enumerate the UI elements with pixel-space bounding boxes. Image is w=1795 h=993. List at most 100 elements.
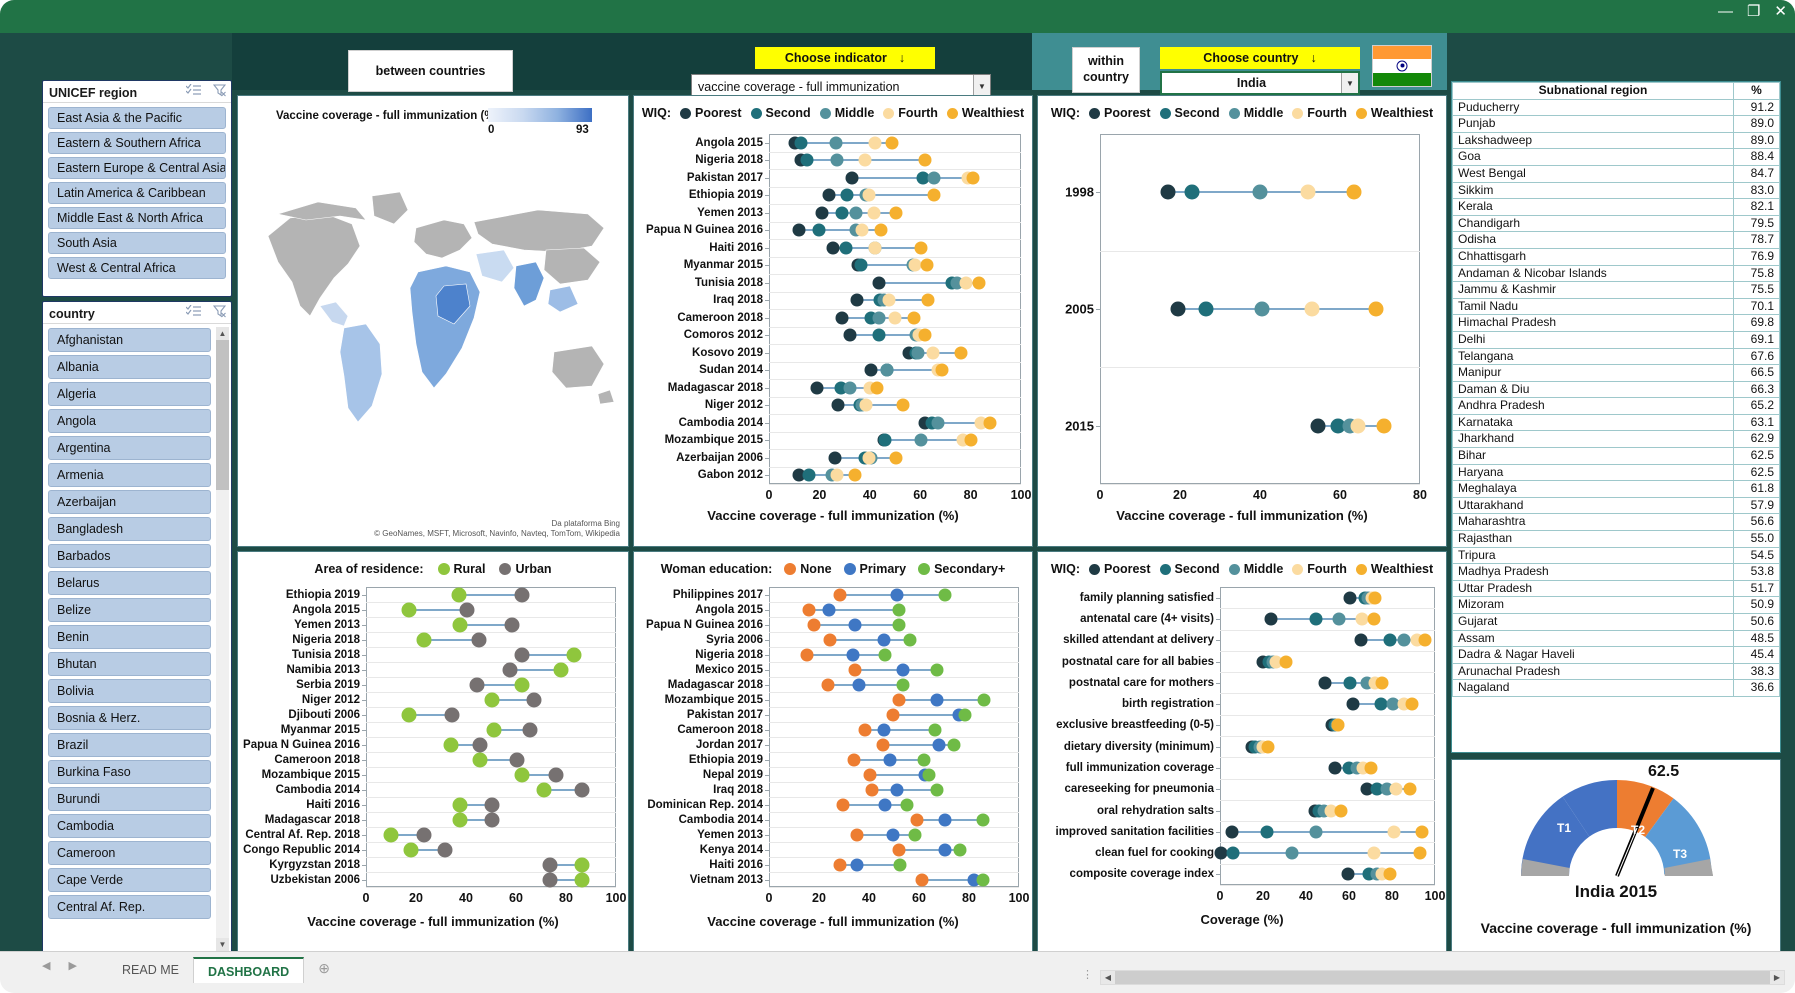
table-row[interactable]: Maharashtra56.6 bbox=[1453, 514, 1780, 531]
data-point[interactable] bbox=[939, 588, 952, 601]
data-point[interactable] bbox=[502, 662, 517, 677]
data-point[interactable] bbox=[1329, 761, 1342, 774]
table-row[interactable]: Delhi69.1 bbox=[1453, 331, 1780, 348]
data-point[interactable] bbox=[867, 206, 880, 219]
data-point[interactable] bbox=[893, 618, 906, 631]
table-row[interactable]: Goa88.4 bbox=[1453, 149, 1780, 166]
slicer-item-region-3[interactable]: Latin America & Caribbean bbox=[48, 182, 226, 204]
data-point[interactable] bbox=[890, 451, 903, 464]
legend-item-rural[interactable]: Rural bbox=[438, 562, 486, 576]
data-point[interactable] bbox=[1279, 655, 1292, 668]
data-point[interactable] bbox=[959, 708, 972, 721]
data-point[interactable] bbox=[954, 843, 967, 856]
data-point[interactable] bbox=[930, 663, 943, 676]
data-point[interactable] bbox=[964, 434, 977, 447]
chevron-down-icon[interactable]: ▼ bbox=[1341, 73, 1358, 93]
data-point[interactable] bbox=[1351, 418, 1366, 433]
data-point[interactable] bbox=[452, 797, 467, 812]
data-point[interactable] bbox=[1390, 783, 1403, 796]
data-point[interactable] bbox=[848, 753, 861, 766]
table-row[interactable]: Haryana62.5 bbox=[1453, 464, 1780, 481]
legend-item-none[interactable]: None bbox=[784, 562, 831, 576]
data-point[interactable] bbox=[919, 329, 932, 342]
data-point[interactable] bbox=[846, 648, 859, 661]
data-point[interactable] bbox=[416, 827, 431, 842]
data-point[interactable] bbox=[889, 311, 902, 324]
data-point[interactable] bbox=[954, 346, 967, 359]
data-point[interactable] bbox=[849, 663, 862, 676]
data-point[interactable] bbox=[921, 294, 934, 307]
data-point[interactable] bbox=[893, 843, 906, 856]
data-point[interactable] bbox=[915, 241, 928, 254]
data-point[interactable] bbox=[485, 812, 500, 827]
table-row[interactable]: Manipur66.5 bbox=[1453, 365, 1780, 382]
choropleth-map[interactable] bbox=[248, 166, 620, 496]
slicer-item-country-1[interactable]: Albania bbox=[48, 355, 211, 379]
table-row[interactable]: Tamil Nadu70.1 bbox=[1453, 298, 1780, 315]
slicer-item-country-20[interactable]: Cape Verde bbox=[48, 868, 211, 892]
data-point[interactable] bbox=[808, 618, 821, 631]
data-point[interactable] bbox=[404, 842, 419, 857]
data-point[interactable] bbox=[911, 346, 924, 359]
data-point[interactable] bbox=[904, 633, 917, 646]
data-point[interactable] bbox=[851, 294, 864, 307]
slicer-item-region-6[interactable]: West & Central Africa bbox=[48, 257, 226, 279]
table-row[interactable]: Gujarat50.6 bbox=[1453, 614, 1780, 631]
data-point[interactable] bbox=[485, 692, 500, 707]
data-point[interactable] bbox=[1376, 676, 1389, 689]
table-row[interactable]: Chhattisgarh76.9 bbox=[1453, 248, 1780, 265]
data-point[interactable] bbox=[810, 381, 823, 394]
data-point[interactable] bbox=[878, 633, 891, 646]
data-point[interactable] bbox=[1413, 847, 1426, 860]
data-point[interactable] bbox=[894, 858, 907, 871]
slicer-item-country-0[interactable]: Afghanistan bbox=[48, 328, 211, 352]
data-point[interactable] bbox=[1397, 634, 1410, 647]
data-point[interactable] bbox=[836, 206, 849, 219]
data-point[interactable] bbox=[536, 782, 551, 797]
slicer-item-country-5[interactable]: Armenia bbox=[48, 463, 211, 487]
data-point[interactable] bbox=[836, 798, 849, 811]
slicer-item-country-3[interactable]: Angola bbox=[48, 409, 211, 433]
data-point[interactable] bbox=[841, 189, 854, 202]
prev-sheet-icon[interactable]: ◀ bbox=[42, 959, 50, 972]
data-point[interactable] bbox=[1262, 740, 1275, 753]
data-point[interactable] bbox=[401, 602, 416, 617]
legend-item-urban[interactable]: Urban bbox=[499, 562, 551, 576]
data-point[interactable] bbox=[1406, 698, 1419, 711]
data-point[interactable] bbox=[871, 381, 884, 394]
data-point[interactable] bbox=[452, 617, 467, 632]
data-point[interactable] bbox=[1383, 634, 1396, 647]
table-row[interactable]: Kerala82.1 bbox=[1453, 199, 1780, 216]
data-point[interactable] bbox=[858, 154, 871, 167]
data-point[interactable] bbox=[836, 311, 849, 324]
data-point[interactable] bbox=[907, 311, 920, 324]
data-point[interactable] bbox=[881, 364, 894, 377]
data-point[interactable] bbox=[813, 224, 826, 237]
data-point[interactable] bbox=[876, 738, 889, 751]
table-row[interactable]: Punjab89.0 bbox=[1453, 116, 1780, 133]
data-point[interactable] bbox=[485, 797, 500, 812]
legend-item-wealthiest[interactable]: Wealthiest bbox=[1356, 106, 1433, 120]
slicer-item-region-4[interactable]: Middle East & North Africa bbox=[48, 207, 226, 229]
table-row[interactable]: Daman & Diu66.3 bbox=[1453, 381, 1780, 398]
slicer-item-country-4[interactable]: Argentina bbox=[48, 436, 211, 460]
data-point[interactable] bbox=[1286, 847, 1299, 860]
legend-item-poorest[interactable]: Poorest bbox=[1089, 106, 1151, 120]
data-point[interactable] bbox=[1199, 302, 1214, 317]
legend-item-secondary[interactable]: Secondary+ bbox=[918, 562, 1005, 576]
data-point[interactable] bbox=[920, 259, 933, 272]
data-point[interactable] bbox=[515, 647, 530, 662]
data-point[interactable] bbox=[542, 857, 557, 872]
table-row[interactable]: Nagaland36.6 bbox=[1453, 680, 1780, 697]
data-point[interactable] bbox=[896, 678, 909, 691]
data-point[interactable] bbox=[886, 708, 899, 721]
slicer-item-country-9[interactable]: Belarus bbox=[48, 571, 211, 595]
slicer-item-country-12[interactable]: Bhutan bbox=[48, 652, 211, 676]
data-point[interactable] bbox=[1368, 591, 1381, 604]
slicer-item-country-15[interactable]: Brazil bbox=[48, 733, 211, 757]
data-point[interactable] bbox=[859, 723, 872, 736]
slicer-item-country-7[interactable]: Bangladesh bbox=[48, 517, 211, 541]
data-point[interactable] bbox=[1253, 185, 1268, 200]
data-point[interactable] bbox=[853, 678, 866, 691]
data-point[interactable] bbox=[846, 171, 859, 184]
